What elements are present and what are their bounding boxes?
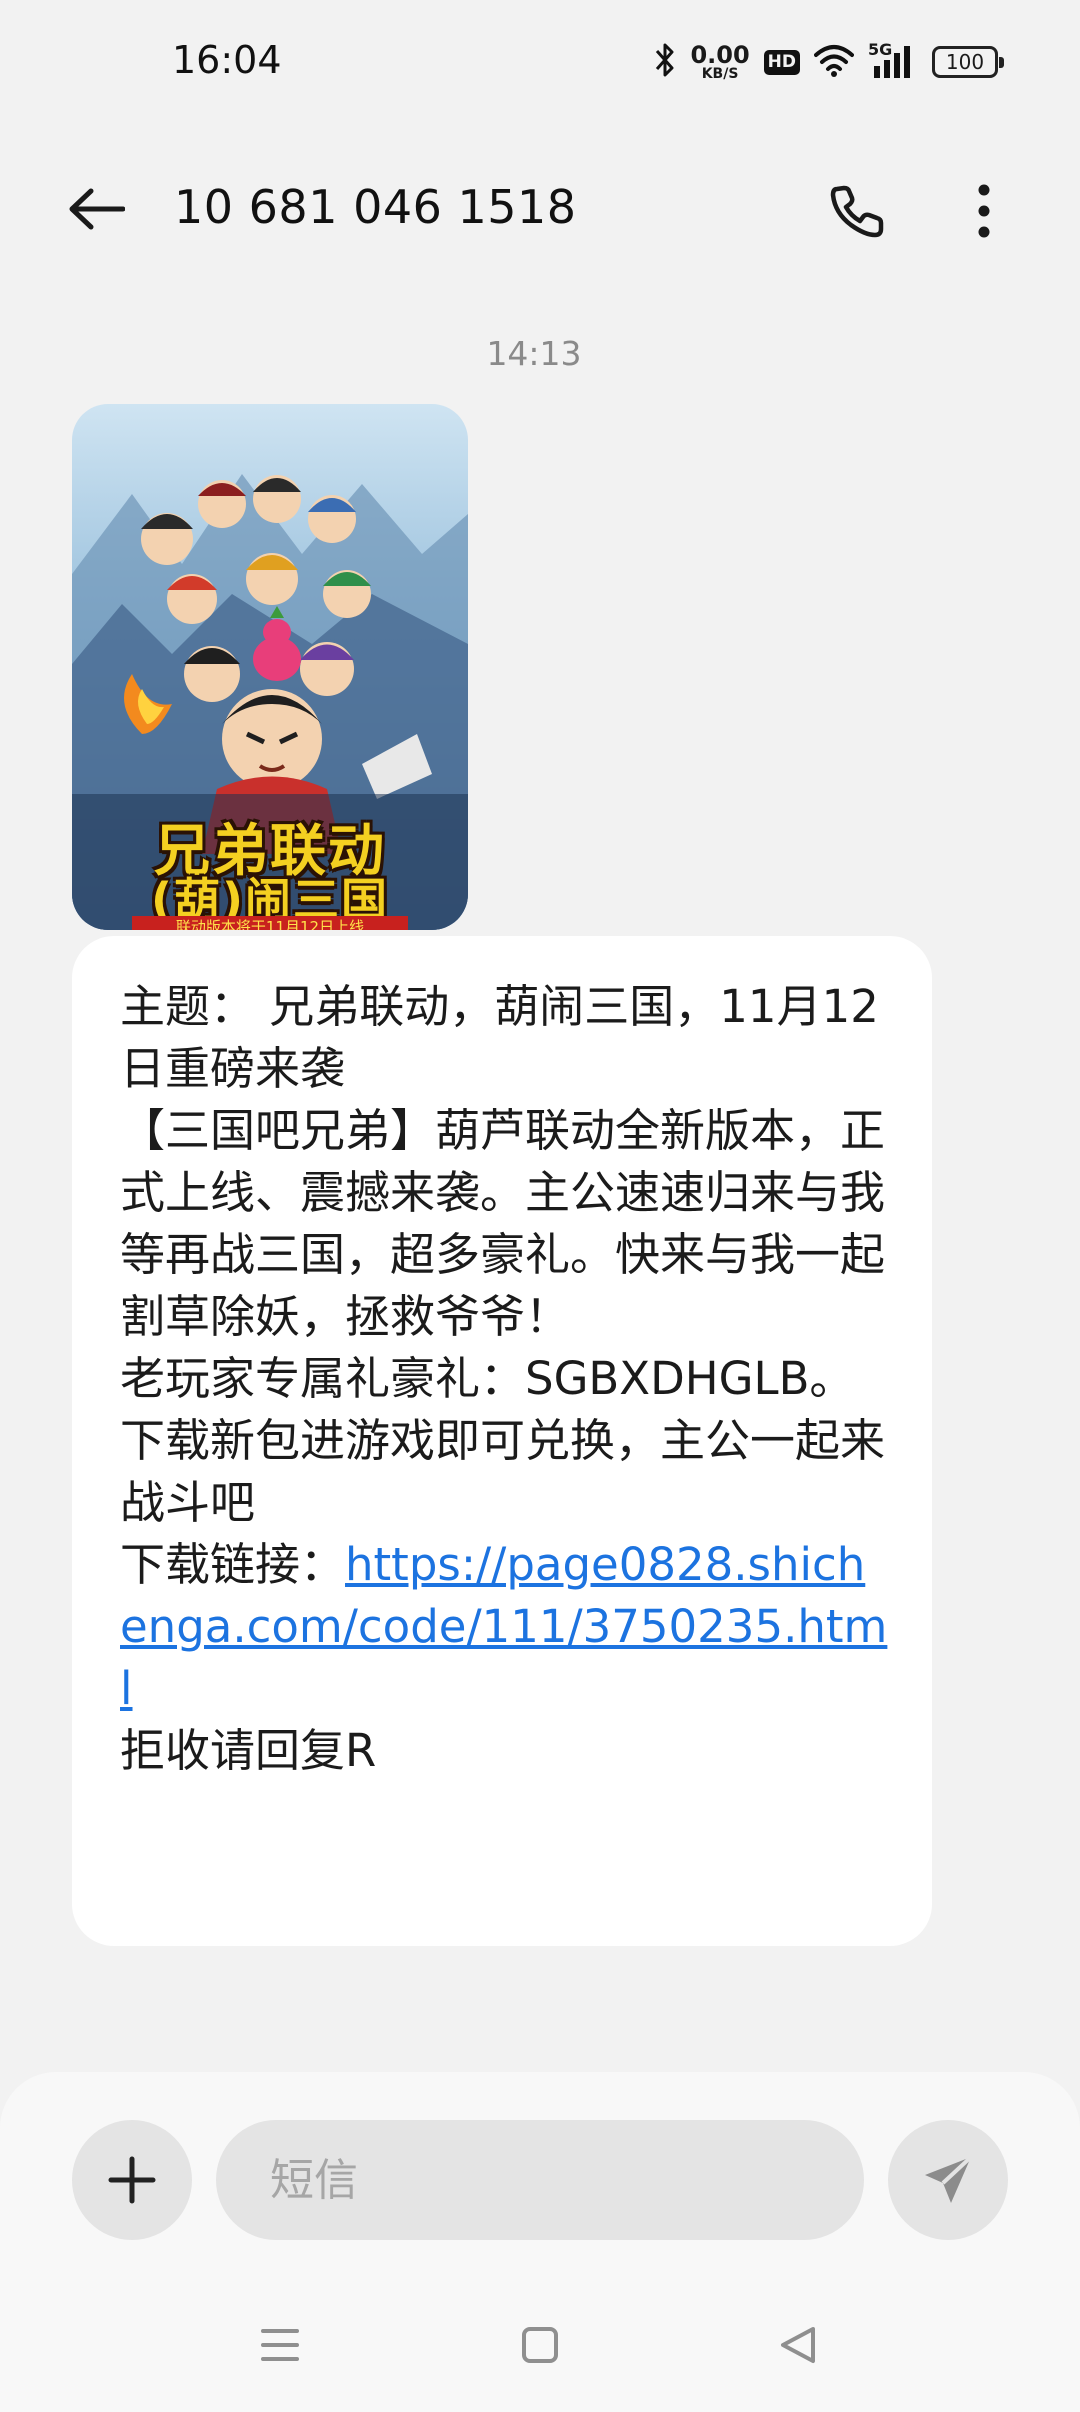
- menu-nav-icon: [261, 2329, 299, 2361]
- mms-image-attachment[interactable]: 兄弟联动 (葫)闹三国 联动版本将于11月12日上线: [72, 404, 468, 930]
- image-release-strip: 联动版本将于11月12日上线: [132, 916, 408, 930]
- home-nav-button[interactable]: [500, 2310, 580, 2380]
- back-button[interactable]: [60, 176, 132, 242]
- more-options-button[interactable]: [954, 174, 1014, 248]
- status-time: 16:04: [172, 38, 282, 82]
- message-download-line: 下载链接：https://page0828.shichenga.com/code…: [120, 1534, 892, 1720]
- net-speed-unit: KB/S: [701, 66, 739, 82]
- send-button[interactable]: [888, 2120, 1008, 2240]
- network-speed: 0.00 KB/S: [690, 43, 749, 81]
- hd-icon: HD: [763, 49, 800, 75]
- message-instruction: 下载新包进游戏即可兑换，主公一起来战斗吧: [120, 1414, 886, 1529]
- status-bar: 16:04 0.00 KB/S HD 5G 100: [0, 0, 1080, 124]
- message-optout: 拒收请回复R: [120, 1724, 377, 1777]
- status-icons: 0.00 KB/S HD 5G 100: [654, 40, 1004, 84]
- message-input[interactable]: [216, 2120, 864, 2240]
- contact-number: 10 681 046 1518: [174, 180, 577, 234]
- conversation-header: 10 681 046 1518: [0, 124, 1080, 292]
- bluetooth-icon: [654, 42, 676, 82]
- system-nav-bar: [0, 2290, 1080, 2400]
- message-subject: 主题： 兄弟联动，葫闹三国，11月12日重磅来袭: [120, 980, 879, 1095]
- message-body: 【三国吧兄弟】葫芦联动全新版本，正式上线、震撼来袭。主公速速归来与我等再战三国，…: [120, 1104, 886, 1343]
- message-timestamp: 14:13: [486, 334, 582, 373]
- download-link-label: 下载链接：: [120, 1538, 346, 1591]
- signal-icon: 5G: [868, 40, 918, 80]
- back-nav-button[interactable]: [758, 2310, 838, 2380]
- message-gift-code: 老玩家专属礼豪礼：SGBXDHGLB。: [120, 1352, 855, 1405]
- wifi-icon: [814, 43, 854, 81]
- add-attachment-button[interactable]: [72, 2120, 192, 2240]
- net-speed-value: 0.00: [690, 41, 750, 69]
- battery-icon: 100: [932, 46, 1004, 78]
- message-bubble[interactable]: 主题： 兄弟联动，葫闹三国，11月12日重磅来袭 【三国吧兄弟】葫芦联动全新版本…: [72, 936, 932, 1946]
- back-arrow-icon: [69, 188, 125, 230]
- home-nav-icon: [522, 2327, 558, 2363]
- more-vertical-icon: [978, 184, 990, 238]
- phone-icon: [830, 185, 884, 238]
- plus-icon: [108, 2156, 156, 2204]
- messaging-screen: 16:04 0.00 KB/S HD 5G 100 10 681 046 151…: [0, 0, 1080, 2412]
- send-icon: [925, 2155, 973, 2203]
- recents-nav-button[interactable]: [240, 2310, 320, 2380]
- call-button[interactable]: [820, 174, 894, 248]
- back-nav-icon: [781, 2327, 815, 2363]
